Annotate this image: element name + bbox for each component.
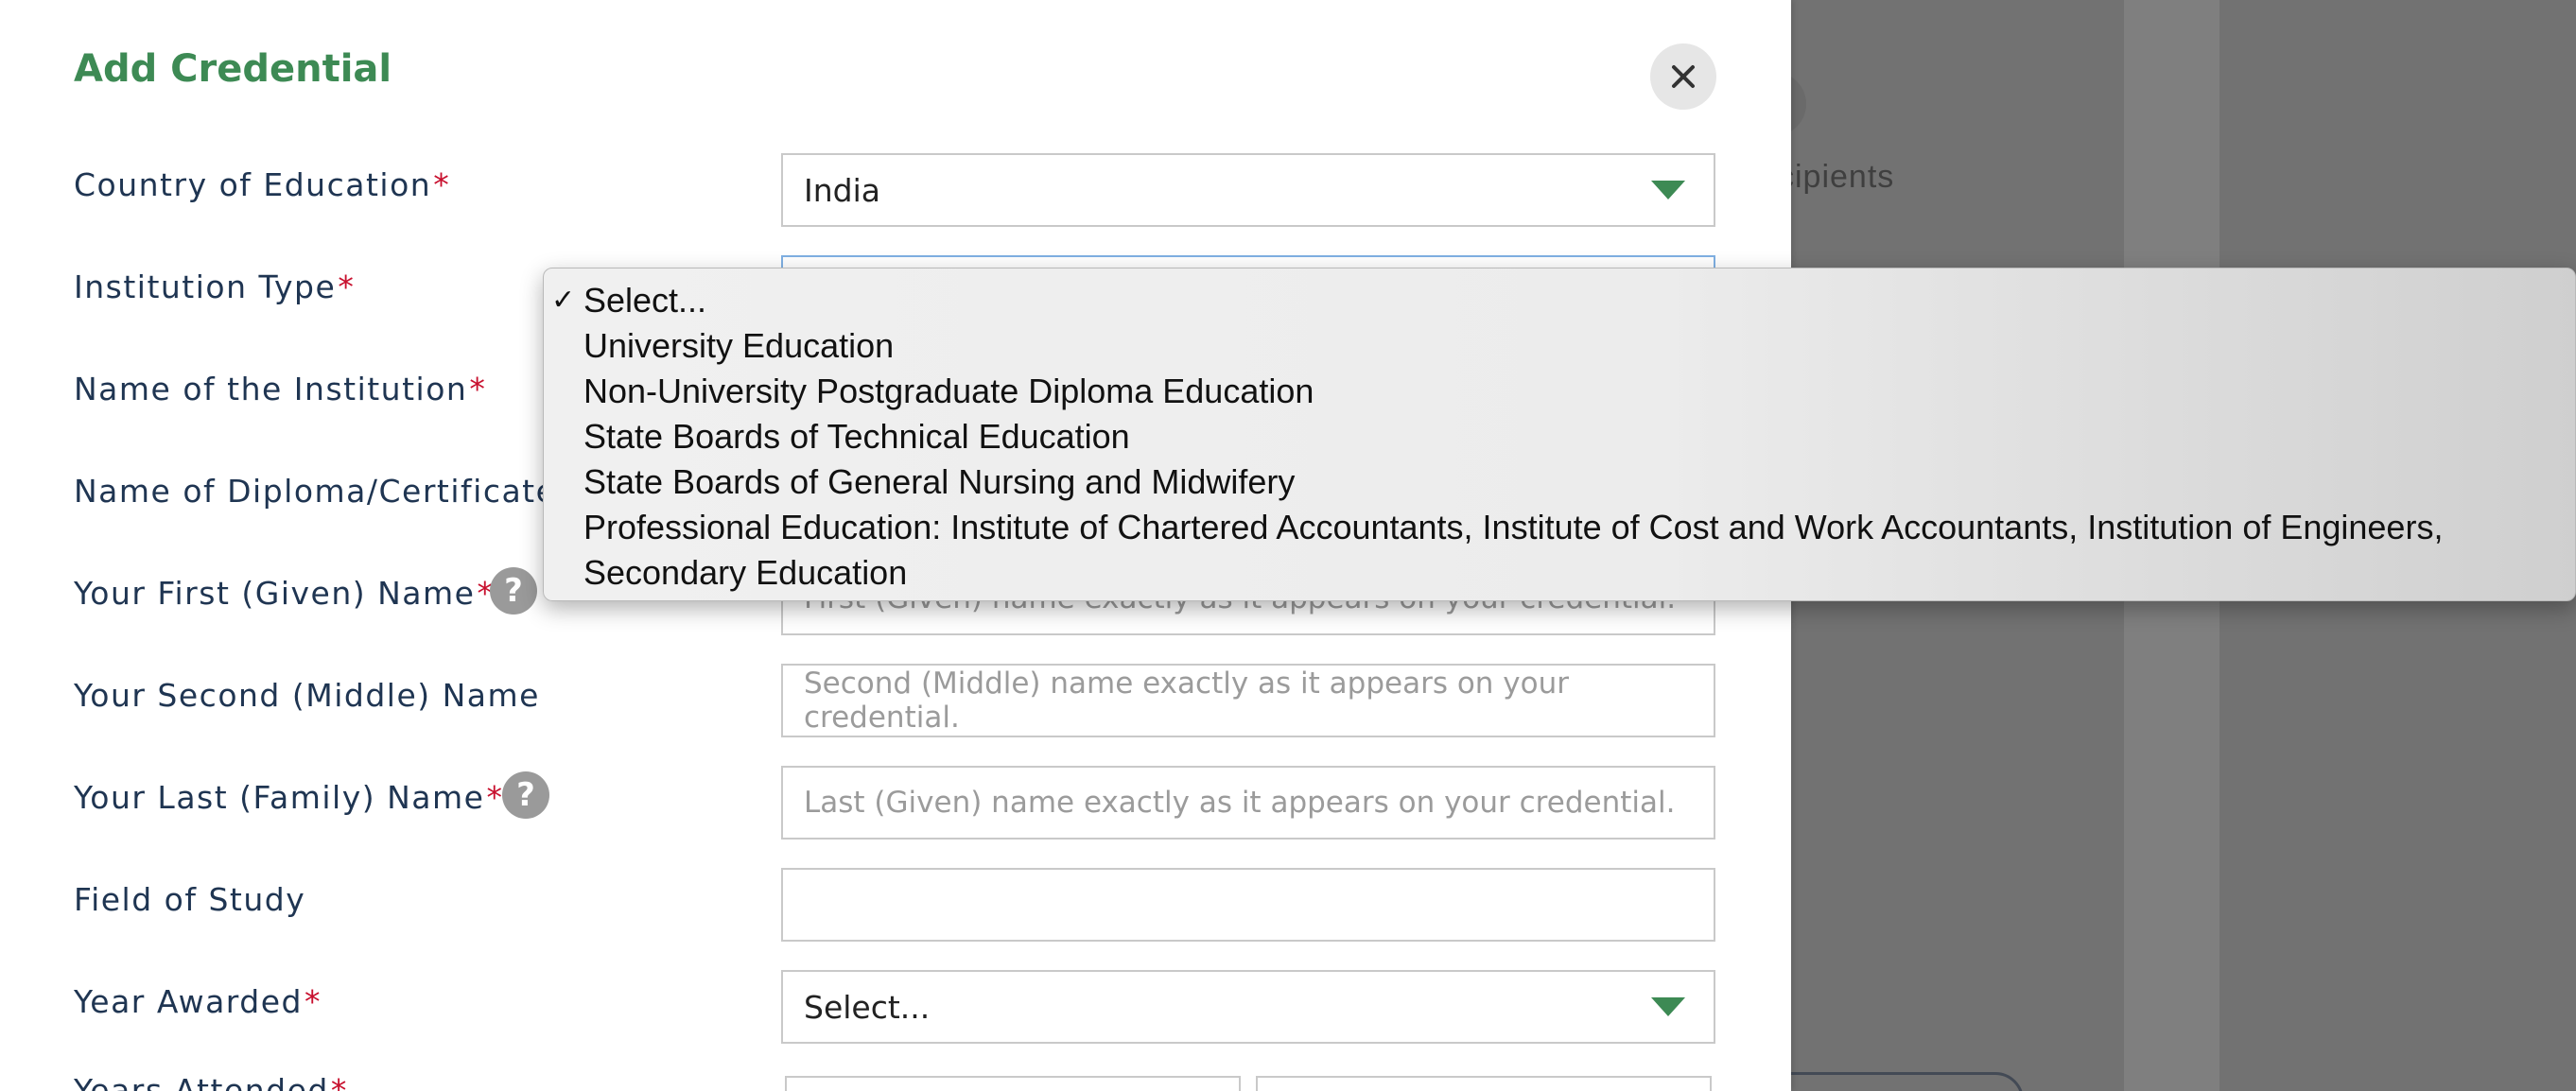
dropdown-option-label: State Boards of General Nursing and Midw…	[583, 462, 1296, 501]
chevron-down-icon	[1651, 181, 1685, 199]
dropdown-option[interactable]: State Boards of Technical Education	[544, 414, 2575, 459]
diploma-name-label: Name of Diploma/Certificate*	[74, 473, 575, 510]
dropdown-option-label: State Boards of Technical Education	[583, 417, 1130, 456]
dropdown-option[interactable]: Professional Education: Institute of Cha…	[544, 505, 2575, 550]
dropdown-option[interactable]: University Education	[544, 323, 2575, 369]
modal-title: Add Credential	[74, 47, 392, 91]
country-label-text: Country of Education	[74, 166, 432, 203]
help-icon[interactable]: ?	[502, 771, 549, 819]
background-outline-button	[1759, 1072, 2024, 1091]
background-recipients-text: cipients	[1778, 159, 1895, 195]
dropdown-option[interactable]: Secondary Education	[544, 550, 2575, 596]
first-name-label-text: Your First (Given) Name	[74, 575, 476, 612]
country-select[interactable]: India	[781, 153, 1715, 227]
required-marker: *	[486, 779, 504, 816]
required-marker: *	[433, 166, 451, 203]
institution-type-label: Institution Type*	[74, 268, 355, 305]
dropdown-option[interactable]: State Boards of General Nursing and Midw…	[544, 459, 2575, 505]
field-of-study-label: Field of Study	[74, 881, 305, 918]
last-name-label: Your Last (Family) Name*	[74, 779, 503, 816]
close-icon	[1672, 65, 1695, 88]
field-of-study-input[interactable]	[781, 868, 1715, 942]
middle-name-input[interactable]: Second (Middle) name exactly as it appea…	[781, 664, 1715, 737]
first-name-label: Your First (Given) Name*	[74, 575, 494, 612]
required-marker: *	[305, 983, 322, 1020]
country-label: Country of Education*	[74, 166, 450, 203]
required-marker: *	[330, 1072, 348, 1091]
middle-name-label: Your Second (Middle) Name	[74, 677, 540, 714]
last-name-label-text: Your Last (Family) Name	[74, 779, 485, 816]
chevron-down-icon	[1651, 997, 1685, 1016]
years-attended-end-select[interactable]	[1256, 1076, 1712, 1091]
dropdown-option-label: Select...	[583, 281, 707, 320]
institution-name-label: Name of the Institution*	[74, 371, 486, 407]
help-icon[interactable]: ?	[490, 567, 537, 615]
year-awarded-select-value: Select...	[804, 988, 931, 1026]
institution-type-label-text: Institution Type	[74, 268, 337, 305]
last-name-input[interactable]: Last (Given) name exactly as it appears …	[781, 766, 1715, 840]
dropdown-option-label: Professional Education: Institute of Cha…	[583, 508, 2444, 546]
dropdown-option-label: Secondary Education	[583, 553, 908, 592]
dropdown-option[interactable]: Non-University Postgraduate Diploma Educ…	[544, 369, 2575, 414]
dropdown-option-label: University Education	[583, 326, 895, 365]
dropdown-option-label: Non-University Postgraduate Diploma Educ…	[583, 372, 1314, 410]
required-marker: *	[338, 268, 356, 305]
checkmark-icon: ✓	[551, 285, 576, 316]
year-awarded-select[interactable]: Select...	[781, 970, 1715, 1044]
years-attended-label-text: Years Attended	[74, 1072, 329, 1091]
years-attended-start-select[interactable]	[785, 1076, 1241, 1091]
dropdown-option[interactable]: ✓ Select...	[544, 278, 2575, 323]
required-marker: *	[469, 371, 487, 407]
year-awarded-label-text: Year Awarded	[74, 983, 303, 1020]
close-button[interactable]	[1650, 43, 1716, 110]
year-awarded-label: Year Awarded*	[74, 983, 322, 1020]
institution-name-label-text: Name of the Institution	[74, 371, 468, 407]
diploma-name-label-text: Name of Diploma/Certificate	[74, 473, 557, 510]
institution-type-dropdown-list: ✓ Select... University Education Non-Uni…	[543, 268, 2576, 601]
years-attended-label: Years Attended*	[74, 1072, 348, 1091]
field-of-study-label-text: Field of Study	[74, 881, 306, 918]
middle-name-label-text: Your Second (Middle) Name	[74, 677, 540, 714]
country-select-value: India	[804, 171, 880, 209]
